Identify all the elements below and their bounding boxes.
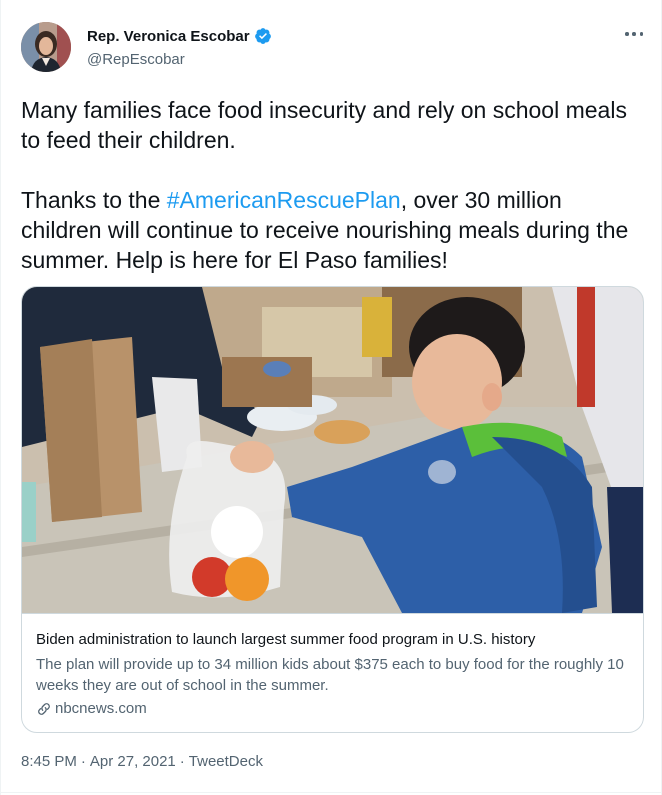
author-name-row[interactable]: Rep. Veronica Escobar	[87, 27, 272, 45]
card-image[interactable]	[22, 287, 643, 613]
hashtag-link[interactable]: #AmericanRescuePlan	[167, 187, 401, 213]
card-domain-row[interactable]: nbcnews.com	[36, 700, 147, 717]
tweet-paragraph-1: Many families face food insecurity and r…	[21, 97, 627, 153]
card-description: The plan will provide up to 34 million k…	[36, 656, 624, 694]
card-photo-icon	[22, 287, 643, 613]
dot-icon	[632, 32, 636, 36]
link-icon	[38, 702, 50, 715]
tweet-source[interactable]: TweetDeck	[189, 753, 263, 770]
meta-separator: ·	[80, 753, 86, 770]
bottom-divider	[1, 792, 662, 793]
tweet-time[interactable]: 8:45 PM	[21, 753, 77, 770]
dot-icon	[639, 32, 643, 36]
meta-separator: ·	[179, 753, 185, 770]
card-divider	[22, 613, 643, 614]
author-display-name[interactable]: Rep. Veronica Escobar	[87, 28, 250, 45]
tweet-paragraph-2: Thanks to the #AmericanRescuePlan, over …	[21, 185, 646, 275]
tweet-meta: 8:45 PM · Apr 27, 2021 · TweetDeck	[21, 753, 263, 770]
tweet-text-prefix: Thanks to the	[21, 187, 167, 213]
tweet-container: Rep. Veronica Escobar @RepEscobar Many f…	[0, 0, 662, 795]
tweet-date[interactable]: Apr 27, 2021	[90, 753, 176, 770]
card-title[interactable]: Biden administration to launch largest s…	[36, 630, 631, 650]
author-avatar[interactable]	[21, 22, 71, 72]
verified-badge-icon	[254, 28, 271, 44]
tweet-text: Many families face food insecurity and r…	[21, 95, 646, 275]
avatar-photo-icon	[21, 22, 71, 72]
card-domain: nbcnews.com	[55, 700, 147, 717]
author-handle[interactable]: @RepEscobar	[87, 51, 185, 68]
dot-icon	[625, 32, 629, 36]
link-preview-card[interactable]: Biden administration to launch largest s…	[21, 286, 644, 733]
more-options-icon[interactable]	[623, 26, 645, 42]
